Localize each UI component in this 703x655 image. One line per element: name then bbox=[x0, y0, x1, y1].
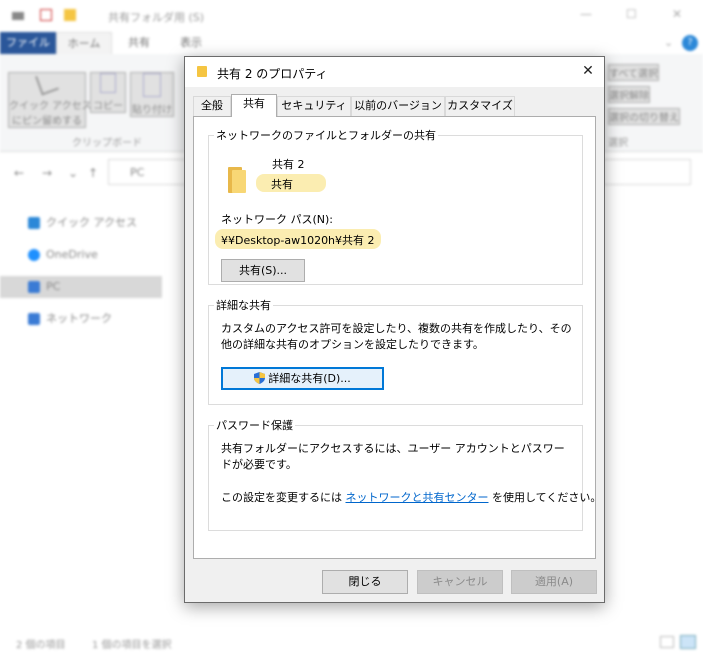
sharing-tab-panel: ネットワークのファイルとフォルダーの共有 共有 2 共有 ネットワーク パス(N… bbox=[193, 116, 601, 559]
app-icon bbox=[12, 12, 24, 20]
select-none-button[interactable]: 選択解除 bbox=[608, 86, 650, 103]
back-icon[interactable]: ← bbox=[14, 166, 24, 180]
sidebar-item-label: OneDrive bbox=[46, 248, 98, 261]
network-icon bbox=[28, 313, 40, 325]
status-selected-count: 1 個の項目を選択 bbox=[92, 640, 172, 651]
status-bar: 2 個の項目 1 個の項目を選択 bbox=[0, 630, 703, 655]
copy-label: コピー bbox=[93, 101, 123, 112]
tab-share[interactable]: 共有 bbox=[128, 32, 150, 54]
advanced-sharing-group: 詳細な共有 カスタムのアクセス許可を設定したり、複数の共有を作成したり、その他の… bbox=[208, 297, 583, 405]
paste-icon bbox=[143, 73, 161, 97]
advanced-sharing-button[interactable]: 詳細な共有(D)... bbox=[221, 367, 384, 390]
sidebar-item-label: PC bbox=[46, 280, 61, 293]
tab-home[interactable]: ホーム bbox=[56, 32, 112, 54]
properties-icon[interactable] bbox=[40, 9, 52, 21]
invert-selection-button[interactable]: 選択の切り替え bbox=[608, 108, 680, 125]
apply-button[interactable]: 適用(A) bbox=[511, 570, 597, 594]
network-sharing-group: ネットワークのファイルとフォルダーの共有 共有 2 共有 ネットワーク パス(N… bbox=[208, 127, 583, 285]
forward-icon[interactable]: → bbox=[42, 166, 52, 180]
maximize-icon[interactable]: ☐ bbox=[626, 7, 637, 21]
up-icon[interactable]: ↑ bbox=[88, 166, 98, 180]
tab-file[interactable]: ファイル bbox=[0, 32, 56, 54]
paste-label: 貼り付け bbox=[132, 105, 172, 116]
share-button[interactable]: 共有(S)... bbox=[221, 259, 305, 282]
dialog-title-bar: 共有 2 のプロパティ ✕ bbox=[185, 57, 604, 87]
dialog-title: 共有 2 のプロパティ bbox=[217, 67, 328, 81]
dialog-tabs: 全般 共有 セキュリティ 以前のバージョン カスタマイズ bbox=[193, 94, 597, 117]
folder-name: 共有 2 bbox=[272, 158, 305, 171]
properties-dialog: 共有 2 のプロパティ ✕ 全般 共有 セキュリティ 以前のバージョン カスタマ… bbox=[184, 56, 605, 603]
uac-shield-icon bbox=[254, 372, 266, 384]
tab-view[interactable]: 表示 bbox=[180, 32, 202, 54]
select-group-label: 選択 bbox=[608, 138, 628, 149]
password-change-suffix: を使用してください。 bbox=[488, 491, 602, 504]
advanced-sharing-description: カスタムのアクセス許可を設定したり、複数の共有を作成したり、その他の詳細な共有の… bbox=[221, 322, 572, 351]
search-box[interactable] bbox=[603, 159, 691, 185]
clipboard-group-label: クリップボード bbox=[72, 138, 142, 149]
details-view-icon[interactable] bbox=[660, 636, 674, 648]
share-state: 共有 bbox=[256, 174, 326, 192]
sidebar-item-network[interactable]: ネットワーク bbox=[0, 308, 162, 330]
folder-icon bbox=[197, 66, 207, 77]
sidebar-item-onedrive[interactable]: OneDrive bbox=[0, 244, 162, 266]
address-bar[interactable] bbox=[108, 159, 188, 185]
advanced-sharing-legend: 詳細な共有 bbox=[216, 299, 271, 312]
close-icon[interactable]: ✕ bbox=[579, 62, 597, 80]
pin-to-quick-access-button[interactable]: クイック アクセス にピン留めする bbox=[8, 70, 92, 128]
network-sharing-center-link[interactable]: ネットワークと共有センター bbox=[346, 491, 489, 504]
password-change-prefix: この設定を変更するには bbox=[221, 491, 346, 504]
password-protection-group: パスワード保護 共有フォルダーにアクセスするには、ユーザー アカウントとパスワー… bbox=[208, 417, 601, 531]
paste-button[interactable]: 貼り付け bbox=[130, 72, 174, 117]
cloud-icon bbox=[28, 249, 40, 261]
recent-chevron-icon[interactable]: ⌄ bbox=[68, 166, 78, 180]
copy-icon bbox=[100, 73, 116, 93]
sidebar-item-quick-access[interactable]: クイック アクセス bbox=[0, 212, 162, 234]
close-icon[interactable]: ✕ bbox=[672, 7, 682, 21]
pin-label: クイック アクセス にピン留めする bbox=[9, 101, 92, 127]
cancel-button[interactable]: キャンセル bbox=[417, 570, 503, 594]
large-icons-view-icon[interactable] bbox=[680, 635, 696, 649]
star-icon bbox=[28, 217, 40, 229]
folder-icon[interactable] bbox=[64, 9, 76, 21]
sidebar-item-label: ネットワーク bbox=[46, 312, 112, 325]
shared-folder-icon bbox=[228, 167, 248, 193]
close-button[interactable]: 閉じる bbox=[322, 570, 408, 594]
sidebar-item-pc[interactable]: PC bbox=[0, 276, 162, 298]
chevron-down-icon[interactable]: ⌄ bbox=[664, 36, 673, 49]
explorer-window-title: 共有フォルダ用 (S) bbox=[108, 11, 205, 24]
dialog-footer: 閉じる キャンセル 適用(A) bbox=[185, 559, 604, 602]
advanced-sharing-button-label: 詳細な共有(D)... bbox=[268, 372, 351, 385]
address-path: PC bbox=[130, 166, 145, 179]
password-change-text: この設定を変更するには ネットワークと共有センター を使用してください。 bbox=[221, 489, 601, 505]
tab-previous-versions[interactable]: 以前のバージョン bbox=[351, 96, 445, 116]
password-protection-description: 共有フォルダーにアクセスするには、ユーザー アカウントとパスワードが必要です。 bbox=[221, 442, 565, 471]
select-all-button[interactable]: すべて選択 bbox=[608, 64, 659, 81]
minimize-icon[interactable]: — bbox=[580, 7, 592, 21]
copy-button[interactable]: コピー bbox=[90, 72, 126, 113]
tab-customize[interactable]: カスタマイズ bbox=[445, 96, 515, 116]
tab-sharing[interactable]: 共有 bbox=[231, 94, 277, 117]
explorer-title-bar: 共有フォルダ用 (S) — ☐ ✕ bbox=[0, 0, 703, 32]
monitor-icon bbox=[28, 281, 40, 293]
network-path-label: ネットワーク パス(N): bbox=[221, 213, 334, 226]
ribbon-tabs: ファイル ホーム 共有 表示 ⌄ ? bbox=[0, 32, 703, 54]
sidebar-item-label: クイック アクセス bbox=[46, 216, 137, 229]
network-path-value: ¥¥Desktop-aw1020h¥共有 2 bbox=[215, 229, 381, 249]
network-sharing-legend: ネットワークのファイルとフォルダーの共有 bbox=[216, 129, 436, 142]
password-protection-legend: パスワード保護 bbox=[216, 419, 293, 432]
help-icon[interactable]: ? bbox=[682, 35, 698, 51]
tab-general[interactable]: 全般 bbox=[193, 96, 231, 116]
tab-security[interactable]: セキュリティ bbox=[277, 96, 351, 116]
status-item-count: 2 個の項目 bbox=[16, 640, 66, 651]
pin-icon bbox=[35, 70, 59, 96]
